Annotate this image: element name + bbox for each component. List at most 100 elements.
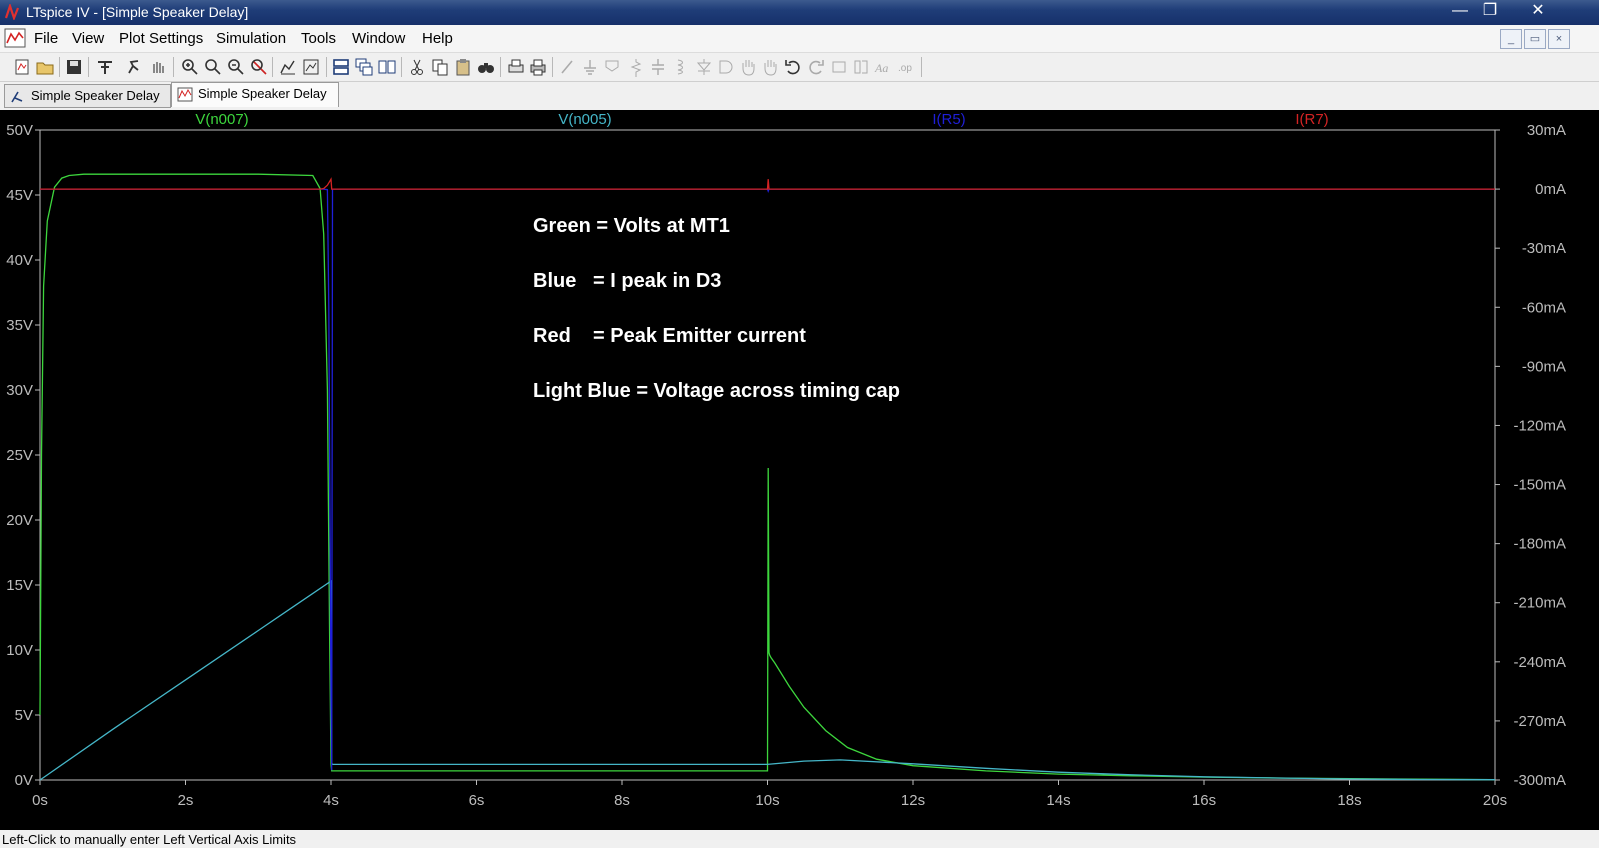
- print-preview-icon[interactable]: [506, 57, 526, 77]
- y-left-tick-label: 5V: [15, 707, 33, 724]
- drag-hand-icon[interactable]: [760, 57, 780, 77]
- y-right-tick-label: 0mA: [1535, 181, 1566, 198]
- component-icon[interactable]: [716, 57, 736, 77]
- y-left-tick-label: 30V: [6, 382, 33, 399]
- mdi-minimize-button[interactable]: _: [1500, 29, 1522, 49]
- new-schematic-icon[interactable]: [12, 57, 32, 77]
- move-hand-icon[interactable]: [738, 57, 758, 77]
- y-left-tick-label: 35V: [6, 317, 33, 334]
- menu-window[interactable]: Window: [352, 30, 405, 47]
- ground-icon[interactable]: [580, 57, 600, 77]
- trace-v-n007: [39, 173, 1496, 781]
- ltspice-logo-icon: [4, 4, 20, 20]
- annotation-text: Red = Peak Emitter current: [533, 325, 806, 347]
- menu-tools[interactable]: Tools: [301, 30, 336, 47]
- menu-help[interactable]: Help: [422, 30, 453, 47]
- zoom-pan-icon[interactable]: [203, 57, 223, 77]
- control-panel-icon[interactable]: [95, 57, 115, 77]
- trace-i-r7: [40, 177, 1495, 190]
- maximize-button[interactable]: ❐: [1470, 0, 1510, 22]
- tab-schematic[interactable]: Simple Speaker Delay: [4, 84, 171, 108]
- label-net-icon[interactable]: [602, 57, 622, 77]
- halt-icon[interactable]: [148, 57, 168, 77]
- cut-icon[interactable]: [407, 57, 427, 77]
- schematic-icon: [11, 91, 23, 103]
- y-left-tick-label: 45V: [6, 187, 33, 204]
- zoom-out-icon[interactable]: [226, 57, 246, 77]
- cascade-icon[interactable]: [354, 57, 374, 77]
- menu-view[interactable]: View: [72, 30, 104, 47]
- y-left-tick-label: 15V: [6, 577, 33, 594]
- menu-file[interactable]: File: [34, 30, 58, 47]
- y-left-tick-label: 20V: [6, 512, 33, 529]
- y-right-tick-label: -270mA: [1513, 713, 1566, 730]
- menu-bar: File View Plot Settings Simulation Tools…: [0, 25, 1599, 53]
- y-right-tick-label: -30mA: [1522, 240, 1566, 257]
- tab-schematic-label: Simple Speaker Delay: [31, 88, 160, 103]
- svg-text:.op: .op: [898, 63, 912, 74]
- open-folder-icon[interactable]: [35, 57, 55, 77]
- autorange-icon[interactable]: [278, 57, 298, 77]
- tab-waveform-label: Simple Speaker Delay: [198, 86, 327, 101]
- wire-icon[interactable]: [558, 57, 578, 77]
- print-icon[interactable]: [528, 57, 548, 77]
- trace-label: V(n007): [195, 111, 248, 128]
- menu-simulation[interactable]: Simulation: [216, 30, 286, 47]
- manual-limits-icon[interactable]: [301, 57, 321, 77]
- close-button[interactable]: ✕: [1516, 0, 1560, 22]
- rotate-icon[interactable]: [829, 57, 849, 77]
- paste-icon[interactable]: [453, 57, 473, 77]
- capacitor-icon[interactable]: [648, 57, 668, 77]
- zoom-fit-icon[interactable]: [249, 57, 269, 77]
- title-bar: LTspice IV - [Simple Speaker Delay] — ❐ …: [0, 0, 1599, 25]
- y-right-tick-label: -90mA: [1522, 358, 1566, 375]
- run-icon[interactable]: [124, 57, 144, 77]
- x-tick-label: 6s: [469, 792, 485, 809]
- y-right-tick-label: -120mA: [1513, 417, 1566, 434]
- save-icon[interactable]: [64, 57, 84, 77]
- waveform-window-icon[interactable]: [4, 28, 26, 48]
- undo-icon[interactable]: [783, 57, 803, 77]
- x-tick-label: 18s: [1337, 792, 1361, 809]
- trace-label: V(n005): [558, 111, 611, 128]
- trace-label: I(R7): [1295, 111, 1328, 128]
- redo-icon[interactable]: [806, 57, 826, 77]
- text-icon[interactable]: Aa: [873, 57, 893, 77]
- y-left-tick-label: 50V: [6, 122, 33, 139]
- inductor-icon[interactable]: [670, 57, 690, 77]
- spice-directive-icon[interactable]: .op: [896, 57, 916, 77]
- find-icon[interactable]: [476, 57, 496, 77]
- window-title: LTspice IV - [Simple Speaker Delay]: [26, 4, 249, 20]
- mdi-close-button[interactable]: ×: [1548, 29, 1570, 49]
- tile-horizontal-icon[interactable]: [331, 57, 351, 77]
- x-tick-label: 12s: [901, 792, 925, 809]
- waveform-plot[interactable]: 0s 2s 4s 6s 8s 10s 12s 14s 16s 18s 20s 0V 5V 10V 15V 20…: [0, 110, 1599, 830]
- svg-text:Aa: Aa: [874, 61, 888, 75]
- y-right-tick-label: -180mA: [1513, 536, 1566, 553]
- tile-vertical-icon[interactable]: [377, 57, 397, 77]
- waveform-icon: [177, 87, 193, 102]
- y-right-tick-label: -150mA: [1513, 477, 1566, 494]
- zoom-in-icon[interactable]: [180, 57, 200, 77]
- y-right-tick-label: -300mA: [1513, 772, 1566, 789]
- copy-icon[interactable]: [430, 57, 450, 77]
- resistor-icon[interactable]: [626, 57, 646, 77]
- x-tick-label: 20s: [1483, 792, 1507, 809]
- annotation-text: Light Blue = Voltage across timing cap: [533, 380, 900, 402]
- y-right-tick-label: -210mA: [1513, 595, 1566, 612]
- document-tab-bar: Simple Speaker Delay Simple Speaker Dela…: [0, 82, 1599, 109]
- diode-icon[interactable]: [694, 57, 714, 77]
- waveform-chart[interactable]: 0s 2s 4s 6s 8s 10s 12s 14s 16s 18s 20s 0V 5V 10V 15V 20…: [0, 110, 1599, 830]
- x-tick-label: 10s: [755, 792, 779, 809]
- status-bar: Left-Click to manually enter Left Vertic…: [0, 830, 1599, 848]
- x-tick-label: 0s: [32, 792, 48, 809]
- mdi-restore-button[interactable]: ▭: [1524, 29, 1546, 49]
- trace-label: I(R5): [932, 111, 965, 128]
- annotation-text: Green = Volts at MT1: [533, 215, 730, 237]
- y-left-tick-label: 0V: [15, 772, 33, 789]
- toolbar: Aa .op: [0, 53, 1599, 82]
- mirror-icon[interactable]: [851, 57, 871, 77]
- y-left-tick-label: 25V: [6, 447, 33, 464]
- menu-plot-settings[interactable]: Plot Settings: [119, 30, 203, 47]
- tab-waveform[interactable]: Simple Speaker Delay: [171, 82, 339, 107]
